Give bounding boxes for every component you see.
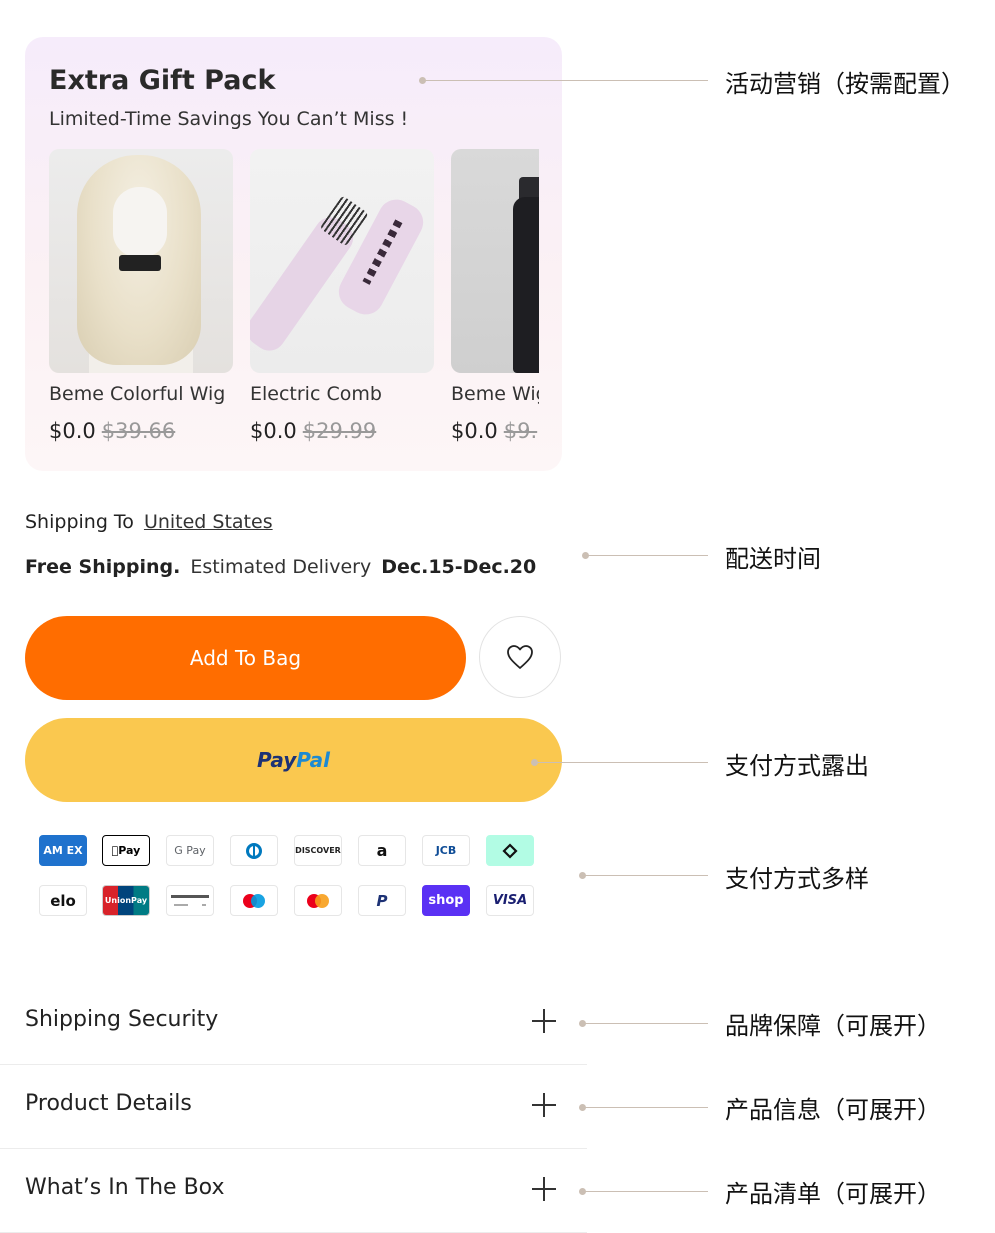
product-card[interactable]: Electric Comb $0.0 $29.99 <box>250 149 434 443</box>
product-card[interactable]: Beme Colorful Wig $0.0 $39.66 <box>49 149 233 443</box>
apple-pay-icon: Pay <box>102 835 150 866</box>
annotation-line <box>583 1107 708 1108</box>
shipping-country-link[interactable]: United States <box>144 511 273 533</box>
gift-pack-title: Extra Gift Pack <box>49 65 276 96</box>
annotation-payment-diverse: 支付方式多样 <box>725 865 869 893</box>
gift-products-carousel[interactable]: Beme Colorful Wig $0.0 $39.66 Electric Co… <box>49 149 539 459</box>
accordion-whats-in-the-box[interactable]: What’s In The Box <box>0 1149 587 1233</box>
gift-pack-card: Extra Gift Pack Limited-Time Savings You… <box>25 37 562 471</box>
delivery-info: Free Shipping. Estimated Delivery Dec.15-D… <box>25 556 536 578</box>
product-name[interactable]: Beme Colorful Wig <box>49 383 225 405</box>
product-original-price: $9. <box>503 419 538 443</box>
amex-icon: AM EX <box>39 835 87 866</box>
accordion-product-details[interactable]: Product Details <box>0 1065 587 1149</box>
discover-icon: DISCOVER <box>294 835 342 866</box>
product-price-row: $0.0 $29.99 <box>250 419 376 443</box>
maestro-icon <box>230 885 278 916</box>
generic-card-icon <box>166 885 214 916</box>
jcb-icon: JCB <box>422 835 470 866</box>
annotation-line <box>423 80 708 81</box>
annotation-brand: 品牌保障（可展开） <box>725 1012 941 1040</box>
plus-icon[interactable] <box>532 1009 556 1033</box>
delivery-dates: Dec.15-Dec.20 <box>381 556 537 578</box>
accordion-shipping-security[interactable]: Shipping Security <box>0 981 587 1065</box>
product-price: $0.0 <box>451 419 498 443</box>
payment-methods: AM EX Pay G Pay DISCOVER a JCB elo Unio… <box>39 835 539 917</box>
accordion-label[interactable]: What’s In The Box <box>25 1175 224 1200</box>
product-card[interactable]: Beme Wig $0.0 $9. <box>451 149 539 443</box>
annotation-line <box>583 875 708 876</box>
annotation-line <box>583 1191 708 1192</box>
diners-club-icon <box>230 835 278 866</box>
product-image-wig[interactable] <box>49 149 233 373</box>
annotation-product-info: 产品信息（可展开） <box>725 1096 941 1124</box>
product-name[interactable]: Electric Comb <box>250 383 382 405</box>
afterpay-icon <box>486 835 534 866</box>
unionpay-icon: UnionPay <box>102 885 150 916</box>
accordion-label[interactable]: Shipping Security <box>25 1007 218 1032</box>
plus-icon[interactable] <box>532 1177 556 1201</box>
free-shipping-label: Free Shipping. <box>25 556 181 578</box>
elo-icon: elo <box>39 885 87 916</box>
gift-pack-subtitle: Limited-Time Savings You Can’t Miss ! <box>49 108 409 130</box>
annotation-line <box>535 762 708 763</box>
amazon-pay-icon: a <box>358 835 406 866</box>
shop-pay-icon: shop <box>422 885 470 916</box>
shipping-to: Shipping To United States <box>25 511 273 533</box>
annotation-delivery: 配送时间 <box>725 545 821 573</box>
estimated-delivery-label: Estimated Delivery <box>190 556 372 578</box>
accordion-label[interactable]: Product Details <box>25 1091 192 1116</box>
paypal-logo: PayPal <box>256 748 331 772</box>
product-name[interactable]: Beme Wig <box>451 383 539 405</box>
product-image-spray[interactable] <box>451 149 539 373</box>
paypal-button[interactable]: PayPal <box>25 718 562 802</box>
heart-icon <box>507 645 533 669</box>
visa-icon: VISA <box>486 885 534 916</box>
paypal-icon: P <box>358 885 406 916</box>
product-original-price: $29.99 <box>302 419 377 443</box>
mastercard-icon <box>294 885 342 916</box>
shipping-to-label: Shipping To <box>25 511 134 533</box>
add-to-bag-button[interactable]: Add To Bag <box>25 616 466 700</box>
annotation-payment-exposed: 支付方式露出 <box>725 752 869 780</box>
annotation-product-list: 产品清单（可展开） <box>725 1180 941 1208</box>
annotation-line <box>583 1023 708 1024</box>
product-original-price: $39.66 <box>101 419 176 443</box>
product-price: $0.0 <box>250 419 297 443</box>
product-price-row: $0.0 $39.66 <box>49 419 175 443</box>
apple-icon:  <box>112 844 119 857</box>
product-image-comb[interactable] <box>250 149 434 373</box>
annotation-line <box>586 555 708 556</box>
product-price-row: $0.0 $9. <box>451 419 537 443</box>
plus-icon[interactable] <box>532 1093 556 1117</box>
product-price: $0.0 <box>49 419 96 443</box>
wishlist-button[interactable] <box>479 616 561 698</box>
google-pay-icon: G Pay <box>166 835 214 866</box>
annotation-marketing: 活动营销（按需配置） <box>725 70 965 98</box>
